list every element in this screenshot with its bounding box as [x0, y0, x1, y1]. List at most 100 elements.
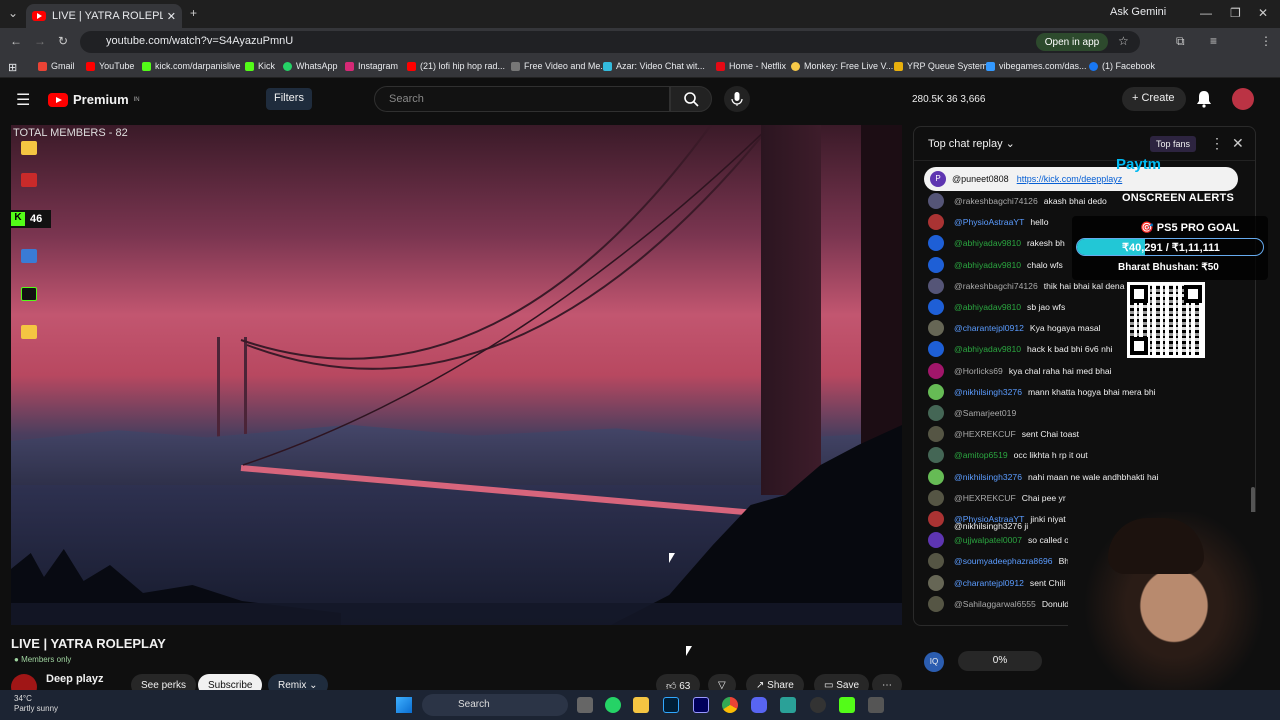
weather-widget[interactable]: 34°C Partly sunny	[14, 694, 58, 714]
app-icon[interactable]	[780, 697, 796, 713]
mouse-cursor-icon	[686, 646, 692, 656]
photoshop-icon[interactable]	[663, 697, 679, 713]
account-avatar[interactable]	[1232, 88, 1254, 110]
chat-mode-selector[interactable]: Top chat replay ⌄	[928, 137, 1015, 150]
obs-icon[interactable]	[810, 697, 826, 713]
kick-taskbar-icon[interactable]	[839, 697, 855, 713]
file-explorer-icon[interactable]	[633, 697, 649, 713]
stream-desktop-taskbar	[11, 603, 902, 625]
chat-author[interactable]: @nikhilsingh3276	[954, 387, 1022, 397]
video-player[interactable]: TOTAL MEMBERS - 82 K 46	[11, 125, 902, 625]
tab-youtube[interactable]: LIVE | YATRA ROLEPLAY - Y ✕	[26, 4, 182, 28]
back-icon[interactable]: ←	[10, 34, 22, 48]
chat-message[interactable]: @HEXREKCUF sent Chai toast	[928, 424, 1253, 444]
top-fans-button[interactable]: Top fans	[1150, 136, 1197, 152]
notifications-bell-icon[interactable]	[1196, 90, 1212, 108]
task-view-icon[interactable]	[577, 697, 593, 713]
bookmarks-bar: ⊞ Gmail YouTube kick.com/darpanislive Ki…	[0, 56, 1280, 78]
chat-author[interactable]: @nikhilsingh3276	[954, 472, 1022, 482]
chat-author[interactable]: @rakeshbagchi74126	[954, 281, 1038, 291]
chat-author[interactable]: @HEXREKCUF	[954, 429, 1016, 439]
minimize-icon[interactable]: —	[1200, 6, 1212, 20]
bookmark-vibegames[interactable]: vibegames.com/das...	[986, 61, 1087, 71]
filters-label: Filters	[274, 92, 304, 104]
chat-message[interactable]: @Horlicks69 kya chal raha hai med bhai	[928, 361, 1253, 381]
bookmark-monkey[interactable]: Monkey: Free Live V...	[791, 61, 893, 71]
chat-author[interactable]: @abhiyadav9810	[954, 260, 1021, 270]
chat-author[interactable]: @abhiyadav9810	[954, 302, 1021, 312]
forward-icon[interactable]: →	[34, 34, 46, 48]
chat-author[interactable]: @Samarjeet019	[954, 408, 1016, 418]
chat-message[interactable]: @amitop6519 occ likhta h rp it out	[928, 445, 1253, 465]
bookmark-lofi[interactable]: (21) lofi hip hop rad...	[407, 61, 505, 71]
bookmark-azar[interactable]: Azar: Video Chat wit...	[603, 61, 705, 71]
chat-author[interactable]: @HEXREKCUF	[954, 493, 1016, 503]
chat-author-avatar	[928, 511, 944, 527]
bookmark-star-icon[interactable]: ☆	[1118, 34, 1129, 48]
bookmark-facebook[interactable]: (1) Facebook	[1089, 61, 1155, 71]
bookmark-kick-darpan[interactable]: kick.com/darpanislive	[142, 61, 241, 71]
bookmark-youtube[interactable]: YouTube	[86, 61, 134, 71]
chat-author[interactable]: @ujjwalpatel0007	[954, 535, 1022, 545]
chat-message[interactable]: @Samarjeet019	[928, 403, 1253, 423]
chat-author[interactable]: @abhiyadav9810	[954, 344, 1021, 354]
chat-author-avatar	[928, 489, 944, 506]
new-tab-icon[interactable]: +	[190, 6, 197, 20]
search-placeholder: Search	[389, 93, 424, 105]
reload-icon[interactable]: ↻	[58, 34, 68, 48]
chrome-icon[interactable]	[722, 697, 738, 713]
create-button[interactable]: + Create	[1122, 87, 1186, 111]
extensions-icon[interactable]: ⧉	[1176, 34, 1185, 49]
chat-message[interactable]: @HEXREKCUF Chai pee yr	[928, 488, 1253, 508]
chat-author[interactable]: @charantejpl0912	[954, 578, 1024, 588]
apps-grid-icon[interactable]: ⊞	[8, 61, 17, 74]
bookmark-gmail[interactable]: Gmail	[38, 61, 75, 71]
bridge-tower-right	[761, 125, 821, 495]
search-input[interactable]: Search	[374, 86, 670, 112]
chat-text: Chai pee yr	[1021, 492, 1066, 503]
url-text: youtube.com/watch?v=S4AyazuPmnU	[106, 35, 294, 47]
close-chat-icon[interactable]: ✕	[1232, 135, 1244, 152]
filters-button[interactable]: Filters	[266, 88, 312, 110]
bookmark-free-video[interactable]: Free Video and Me...	[511, 61, 608, 71]
tab-search-icon[interactable]: ⌄	[8, 6, 18, 20]
address-bar[interactable]: youtube.com/watch?v=S4AyazuPmnU	[80, 31, 1140, 53]
youtube-premium-logo[interactable]: Premium IN	[48, 92, 140, 107]
chat-author[interactable]: @charantejpl0912	[954, 323, 1024, 333]
chat-message[interactable]: @nikhilsingh3276 nahi maan ne wale andhbh…	[928, 467, 1253, 487]
ask-gemini-button[interactable]: Ask Gemini	[1110, 6, 1166, 18]
chat-author[interactable]: @abhiyadav9810	[954, 238, 1021, 248]
whatsapp-icon[interactable]	[605, 697, 621, 713]
close-window-icon[interactable]: ✕	[1258, 6, 1268, 20]
voice-search-button[interactable]	[724, 86, 750, 112]
chat-author[interactable]: @rakeshbagchi74126	[954, 196, 1038, 206]
premiere-icon[interactable]	[693, 697, 709, 713]
chat-author[interactable]: @Sahilaggarwal6555	[954, 599, 1036, 609]
channel-name[interactable]: Deep playz	[46, 673, 103, 685]
taskbar-search[interactable]: Search	[422, 694, 568, 716]
hamburger-menu-icon[interactable]: ☰	[16, 90, 30, 110]
bookmark-instagram[interactable]: Instagram	[345, 61, 398, 71]
bookmark-kick[interactable]: Kick	[245, 61, 275, 71]
extension-iq-icon[interactable]: IQ	[924, 652, 944, 672]
chat-menu-icon[interactable]: ⋮	[1210, 135, 1224, 152]
bookmark-whatsapp[interactable]: WhatsApp	[283, 61, 338, 71]
close-tab-icon[interactable]: ✕	[167, 10, 176, 23]
bookmark-yrp-queue[interactable]: YRP Queue System	[894, 61, 987, 71]
pinned-link[interactable]: https://kick.com/deepplayz	[1017, 174, 1123, 184]
chat-author[interactable]: @soumyadeephazra8696	[954, 556, 1053, 566]
chrome-menu-icon[interactable]: ⋮	[1260, 34, 1272, 48]
windows-start-icon[interactable]	[396, 697, 412, 713]
pinned-user: @puneet0808	[952, 174, 1009, 184]
maximize-icon[interactable]: ❐	[1230, 6, 1241, 20]
chat-author[interactable]: @PhysioAstraaYT	[954, 217, 1024, 227]
chat-author[interactable]: @Horlicks69	[954, 366, 1003, 376]
open-in-app-button[interactable]: Open in app	[1036, 33, 1108, 51]
bookmark-netflix[interactable]: Home - Netflix	[716, 61, 786, 71]
chat-author[interactable]: @amitop6519	[954, 450, 1008, 460]
media-icon[interactable]: ≡	[1210, 34, 1217, 48]
search-button[interactable]	[670, 86, 712, 112]
chat-message[interactable]: @nikhilsingh3276 mann khatta hogya bhai m…	[928, 382, 1253, 402]
discord-icon[interactable]	[751, 697, 767, 713]
misc-app-icon[interactable]	[868, 697, 884, 713]
